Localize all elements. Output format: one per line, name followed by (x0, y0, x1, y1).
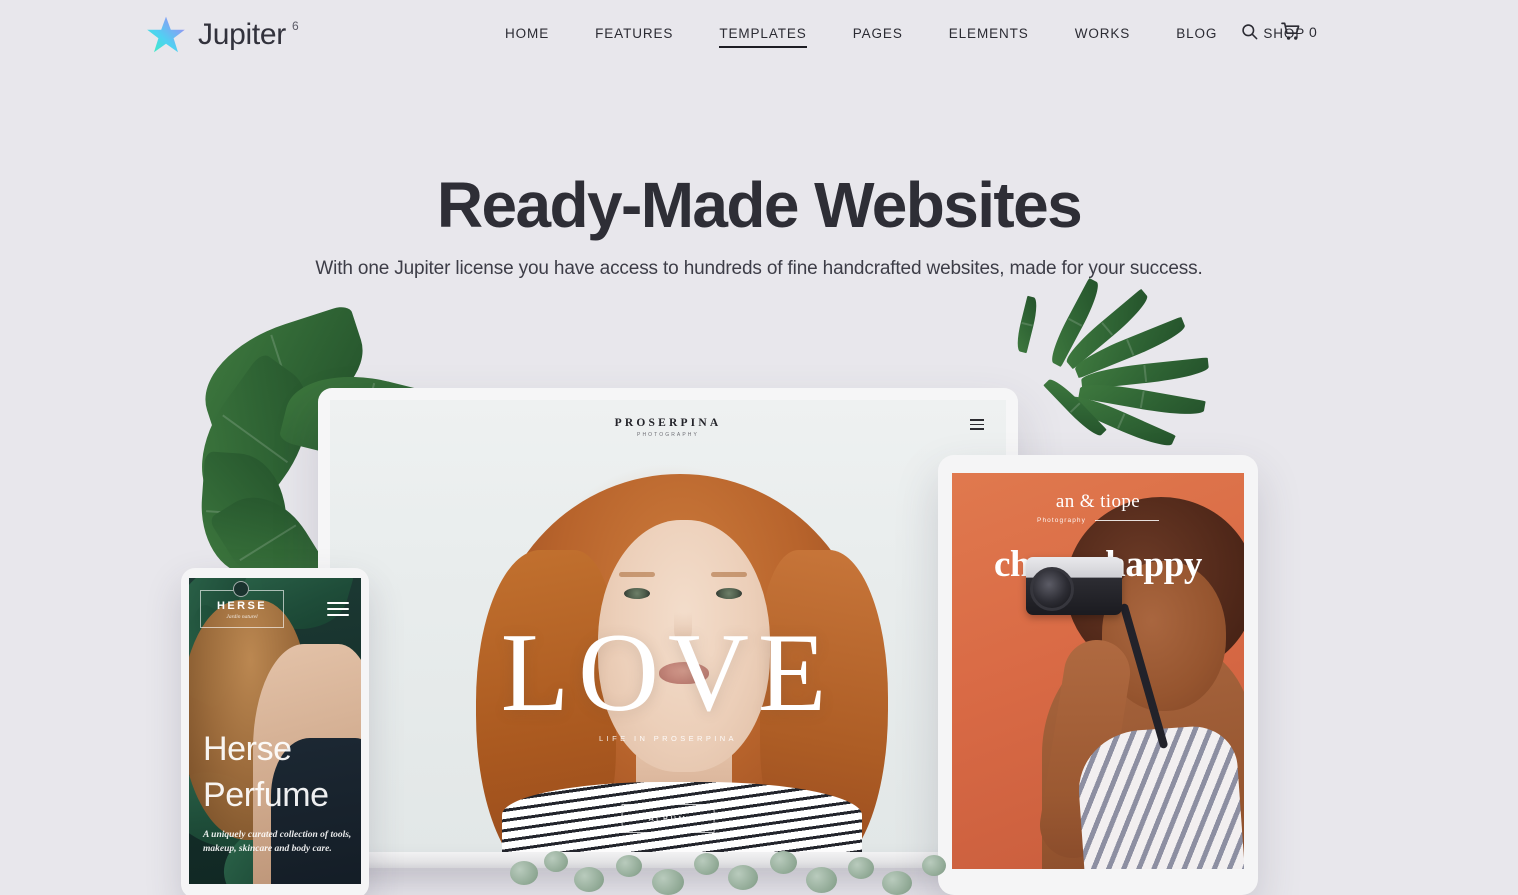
laptop-site-logo[interactable]: PROSERPINA PHOTOGRAPHY (615, 417, 722, 438)
tablet-screen: an & tiope Photography choose happy (952, 473, 1244, 869)
brand-name: Jupiter (198, 18, 286, 51)
cart-icon (1281, 22, 1300, 40)
main-nav: HOME FEATURES TEMPLATES PAGES ELEMENTS W… (505, 22, 1305, 48)
nav-item-templates[interactable]: TEMPLATES (719, 22, 808, 48)
phone-headline: Herse Perfume (203, 730, 329, 814)
phone-device: HERSE Jardin naturel Herse Perfume A uni… (181, 568, 369, 895)
phone-site-logo-name: HERSE (217, 600, 267, 612)
nav-item-works[interactable]: WORKS (1075, 22, 1131, 48)
tablet-site-logo-name: an & tiope (1055, 491, 1141, 512)
site-header: Jupiter 6 HOME FEATURES TEMPLATES PAGES … (0, 0, 1518, 68)
phone-screen: HERSE Jardin naturel Herse Perfume A uni… (189, 578, 361, 884)
laptop-device: PROSERPINA PHOTOGRAPHY LOVE LIFE IN PROS… (290, 388, 1046, 868)
laptop-hamburger-icon[interactable] (970, 419, 984, 430)
search-icon (1242, 24, 1258, 40)
phone-site-logo-sub: Jardin naturel (226, 614, 258, 620)
tablet-logo-rule (1094, 520, 1159, 521)
cart-count: 0 (1309, 23, 1317, 40)
nav-item-features[interactable]: FEATURES (595, 22, 673, 48)
phone-logo-crest-icon (233, 581, 249, 597)
laptop-bezel: PROSERPINA PHOTOGRAPHY LOVE LIFE IN PROS… (318, 388, 1018, 860)
eucalyptus-decor (470, 845, 990, 895)
laptop-album-button[interactable]: ALBUM (621, 804, 715, 833)
nav-item-elements[interactable]: ELEMENTS (949, 22, 1029, 48)
tablet-site-logo-sub: Photography (1037, 517, 1086, 524)
phone-hamburger-icon[interactable] (327, 602, 349, 616)
device-showcase: PROSERPINA PHOTOGRAPHY LOVE LIFE IN PROS… (0, 277, 1518, 895)
star-icon (147, 16, 185, 53)
phone-tagline: A uniquely curated collection of tools, … (203, 830, 352, 854)
tablet-site-logo[interactable]: an & tiope Photography (952, 491, 1244, 524)
tablet-device: an & tiope Photography choose happy (938, 455, 1258, 895)
cart-button[interactable]: 0 (1281, 22, 1317, 41)
laptop-site-logo-name: PROSERPINA (614, 416, 722, 429)
header-actions: 0 (1240, 22, 1317, 41)
page-root: Jupiter 6 HOME FEATURES TEMPLATES PAGES … (0, 0, 1518, 895)
laptop-screen: PROSERPINA PHOTOGRAPHY LOVE LIFE IN PROS… (330, 400, 1006, 852)
search-button[interactable] (1240, 22, 1259, 41)
laptop-subline: LIFE IN PROSERPINA (599, 734, 737, 743)
nav-item-home[interactable]: HOME (505, 22, 549, 48)
nav-item-pages[interactable]: PAGES (853, 22, 903, 48)
page-subtitle: With one Jupiter license you have access… (315, 258, 1203, 279)
laptop-site-logo-sub: PHOTOGRAPHY (637, 431, 699, 438)
page-title: Ready-Made Websites (436, 169, 1083, 241)
tablet-photo-camera-lens (1030, 567, 1074, 611)
brand-logo[interactable]: Jupiter 6 (146, 13, 299, 57)
laptop-site-header: PROSERPINA PHOTOGRAPHY (330, 400, 1006, 454)
brand-version: 6 (291, 19, 299, 33)
nav-item-blog[interactable]: BLOG (1176, 22, 1217, 48)
laptop-headline: LOVE (500, 611, 836, 735)
